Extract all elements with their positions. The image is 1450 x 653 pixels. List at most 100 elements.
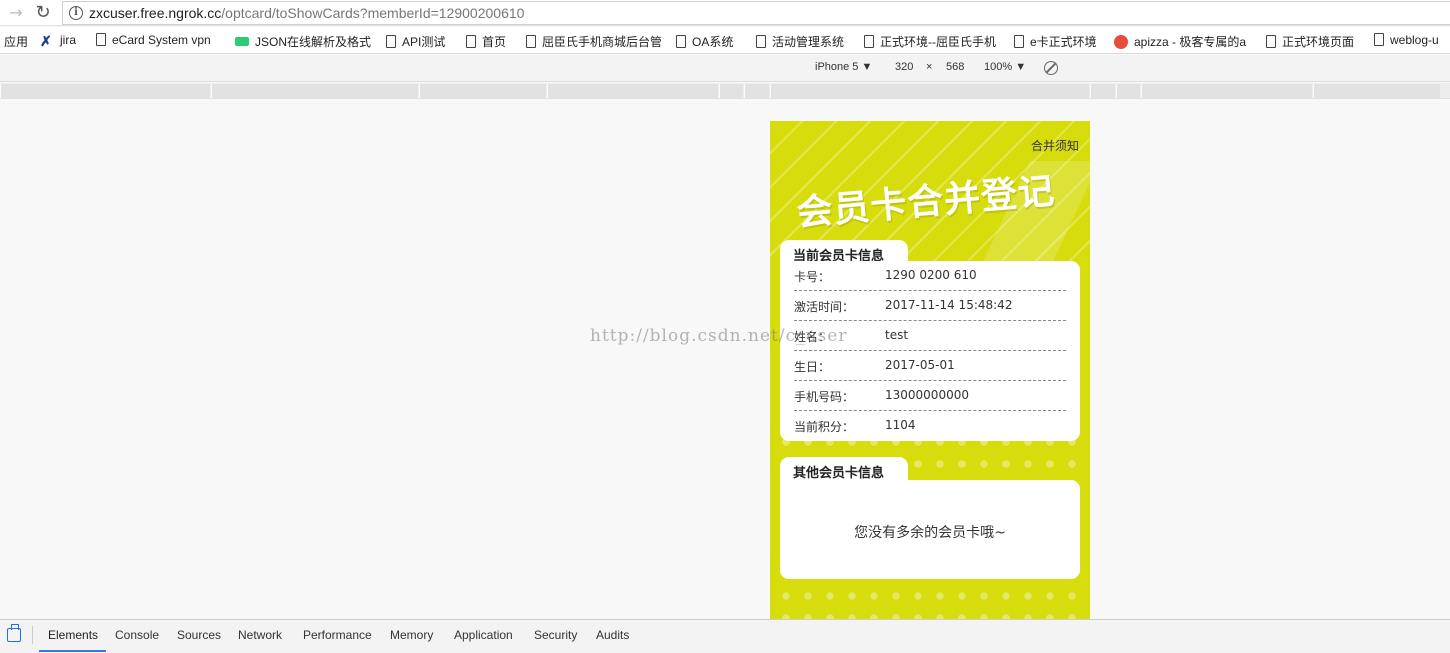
bookmark-prod-watsons[interactable]: 正式环境--屈臣氏手机 [864,33,996,50]
other-card-panel: 您没有多余的会员卡哦~ [780,480,1080,579]
row-label: 激活时间： [794,300,855,314]
url-host: zxcuser.free.ngrok.cc [89,5,222,21]
media-query-segment[interactable] [1116,84,1140,98]
viewport-height-input[interactable]: 568 [946,61,964,73]
bookmark-label: weblog-u [1390,33,1439,47]
row-value: 2017-11-14 15:48:42 [885,298,1013,312]
row-value: 1290 0200 610 [885,268,977,282]
row-value: 1104 [885,418,916,432]
bookmark-label: 正式环境页面 [1282,35,1355,49]
bookmark-label: eCard System vpn [112,33,211,47]
card-number-row: 卡号： 1290 0200 610 [794,261,1066,291]
birthday-row: 生日： 2017-05-01 [794,351,1066,381]
tab-application[interactable]: Application [454,628,513,642]
row-label: 生日： [794,360,831,374]
bookmark-label: jira [60,33,77,47]
zoom-select[interactable]: 100% ▼ [984,61,1026,73]
media-query-segment[interactable] [744,84,769,98]
tab-memory[interactable]: Memory [390,628,433,642]
media-query-segment[interactable] [419,84,546,98]
tab-network[interactable]: Network [238,628,282,642]
bookmark-label: 应用 [4,35,29,49]
device-toggle-icon[interactable] [7,624,21,642]
bookmark-oa[interactable]: OA系统 [676,33,733,50]
bookmark-label: 正式环境--屈臣氏手机 [880,35,996,49]
bookmark-apps[interactable]: 应用 [4,33,28,50]
media-query-segment[interactable] [770,84,1089,98]
info-icon[interactable]: i [69,6,83,20]
divider [32,626,33,644]
tab-sources[interactable]: Sources [177,628,221,642]
viewport-width-input[interactable]: 320 [895,61,913,73]
phone-viewport: 合并须知 会员卡合并登记 当前会员卡信息 卡号： 1290 0200 610 激活… [770,121,1090,619]
media-query-segment[interactable] [1090,84,1115,98]
tab-performance[interactable]: Performance [303,628,372,642]
url-text[interactable]: zxcuser.free.ngrok.cc/optcard/toShowCard… [89,5,524,21]
bookmark-label: 屈臣氏手机商城后台管 [542,35,663,49]
row-value: test [885,328,909,342]
bookmark-prod-page[interactable]: 正式环境页面 [1266,33,1354,50]
bookmark-label: JSON在线解析及格式 [255,35,372,49]
media-query-segment[interactable] [0,84,210,98]
page-icon [1266,35,1276,48]
tab-security[interactable]: Security [534,628,577,642]
address-bar: → ↻ i zxcuser.free.ngrok.cc/optcard/toSh… [0,0,1450,26]
device-select[interactable]: iPhone 5 ▼ [815,61,872,73]
bookmark-label: API测试 [402,35,446,49]
bookmark-label: e卡正式环境 [1030,35,1097,49]
bookmarks-bar: 应用 ✗ jira eCard System vpn JSON在线解析及格式 AP… [0,27,1450,54]
apizza-icon [1114,35,1128,49]
media-query-segment[interactable] [211,84,418,98]
media-query-segment[interactable] [1313,84,1440,98]
rotate-icon[interactable] [1044,61,1058,75]
page-icon [526,35,536,48]
page-icon [96,33,106,46]
activation-time-row: 激活时间： 2017-11-14 15:48:42 [794,291,1066,321]
active-tab-indicator [39,650,106,652]
url-path: /optcard/toShowCards?memberId=1290020061… [221,5,525,21]
media-query-segment[interactable] [547,84,718,98]
bookmark-label: 活动管理系统 [772,35,845,49]
name-row: 姓名： test [794,321,1066,351]
bookmark-ecard-vpn[interactable]: eCard System vpn [96,33,211,47]
bookmark-home[interactable]: 首页 [466,33,506,50]
bookmark-label: OA系统 [692,35,734,49]
bookmark-json[interactable]: JSON在线解析及格式 [235,33,371,50]
page-icon [466,35,476,48]
page-icon [1374,33,1384,46]
row-label: 手机号码： [794,390,855,404]
tab-audits[interactable]: Audits [596,628,629,642]
current-card-panel: 卡号： 1290 0200 610 激活时间： 2017-11-14 15:48:4… [780,261,1080,441]
jira-icon: ✗ [40,34,54,48]
bookmark-label: apizza - 极客专属的a [1134,35,1247,49]
points-row: 当前积分： 1104 [794,411,1066,441]
media-query-segment[interactable] [719,84,743,98]
page-icon [386,35,396,48]
reload-icon[interactable]: ↻ [33,3,53,23]
tab-console[interactable]: Console [115,628,159,642]
bookmark-apizza[interactable]: apizza - 极客专属的a [1114,33,1246,50]
tab-elements[interactable]: Elements [48,628,98,642]
bookmark-ecard-prod[interactable]: e卡正式环境 [1014,33,1097,50]
device-canvas: 合并须知 会员卡合并登记 当前会员卡信息 卡号： 1290 0200 610 激活… [0,100,1450,619]
page-icon [1014,35,1024,48]
bookmark-weblog[interactable]: weblog-u [1374,33,1439,47]
page-icon [756,35,766,48]
json-icon [235,37,249,46]
bookmark-jira[interactable]: ✗ jira [40,33,76,48]
merge-notice-link[interactable]: 合并须知 [1031,137,1079,154]
bookmark-mall-admin[interactable]: 屈臣氏手机商城后台管 [526,33,662,50]
empty-message: 您没有多余的会员卡哦~ [854,525,1006,541]
device-toolbar: iPhone 5 ▼ 320 × 568 100% ▼ [0,55,1450,82]
phone-row: 手机号码： 13000000000 [794,381,1066,411]
row-value: 13000000000 [885,388,969,402]
bookmark-activity[interactable]: 活动管理系统 [756,33,844,50]
devtools-tab-bar: Elements Console Sources Network Perform… [0,619,1450,653]
row-label: 姓名： [794,330,831,344]
url-field[interactable]: i zxcuser.free.ngrok.cc/optcard/toShowCa… [62,1,1450,25]
media-query-segment[interactable] [1141,84,1312,98]
back-arrow-icon[interactable]: → [6,3,26,23]
bookmark-label: 首页 [482,35,507,49]
bookmark-api-test[interactable]: API测试 [386,33,445,50]
page-icon [864,35,874,48]
